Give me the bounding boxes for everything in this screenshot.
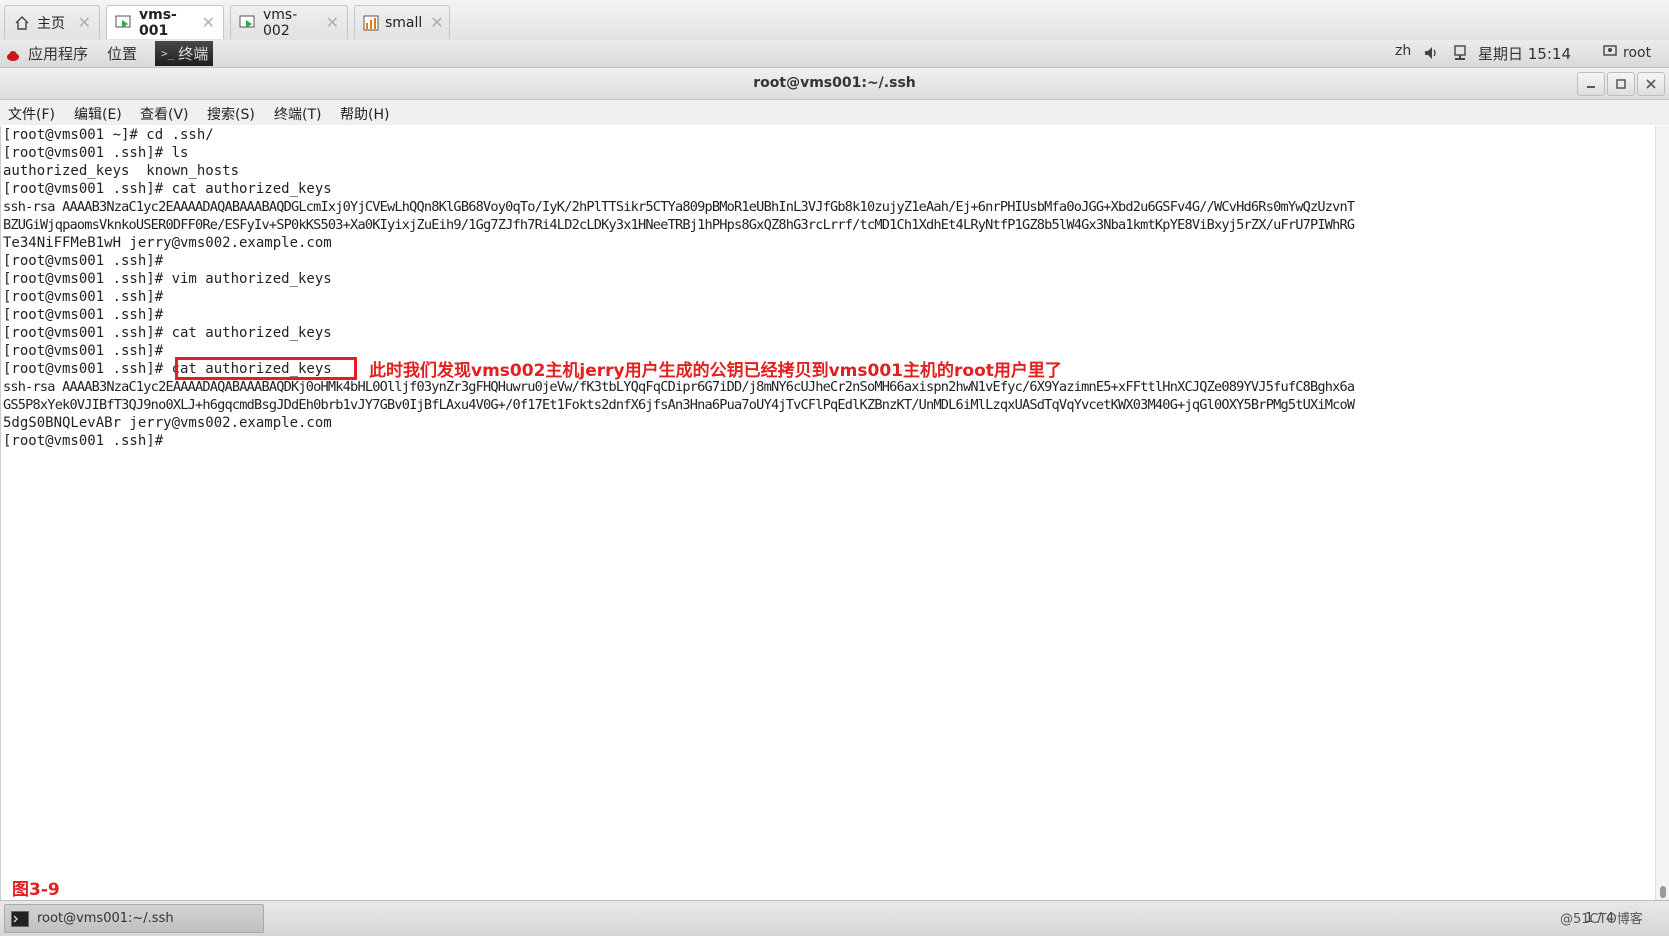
chart-icon	[363, 14, 379, 32]
highlight-box	[175, 357, 357, 380]
terminal-line: authorized_keys known_hosts	[3, 163, 240, 179]
figure-label: 图3-9	[12, 880, 60, 900]
top-panel: 应用程序 位置 >_ 终端 zh 星期日 15:14 root	[0, 40, 1669, 68]
places-menu[interactable]: 位置	[107, 43, 137, 64]
applications-label: 应用程序	[28, 45, 89, 63]
menu-edit[interactable]: 编辑(E)	[74, 104, 122, 124]
minimize-button[interactable]	[1577, 72, 1605, 96]
watermark: @51CTO博客	[1560, 912, 1643, 927]
clock-label: 星期日 15:14	[1478, 45, 1571, 63]
terminal-line: [root@vms001 .ssh]#	[3, 289, 164, 305]
scrollbar-thumb[interactable]	[1660, 886, 1666, 898]
terminal-line: 5dgS0BNQLevABr jerry@vms002.example.com	[3, 415, 332, 431]
terminal-line: [root@vms001 .ssh]#	[3, 433, 164, 449]
menu-view[interactable]: 查看(V)	[140, 104, 189, 124]
home-icon	[13, 14, 31, 32]
terminal-line: [root@vms001 .ssh]# vim authorized_keys	[3, 271, 332, 287]
network-icon[interactable]	[1452, 45, 1468, 61]
terminal-icon: >_	[161, 47, 175, 60]
terminal-line: GS5P8xYek0VJIBfT3QJ9no0XLJ+h6gqcmdBsgJDd…	[3, 397, 1355, 413]
tab-vms-001[interactable]: vms-001 ✕	[106, 5, 224, 39]
user-menu[interactable]: root	[1603, 44, 1651, 62]
terminal-line: [root@vms001 .ssh]# cat authorized_keys	[3, 325, 332, 341]
maximize-icon	[1616, 79, 1626, 89]
vm-icon	[115, 14, 133, 32]
volume-icon[interactable]	[1423, 45, 1439, 61]
close-button[interactable]	[1637, 72, 1665, 96]
annotation-text: 此时我们发现vms002主机jerry用户生成的公钥已经拷贝到vms001主机的…	[369, 361, 1062, 381]
close-icon[interactable]: ✕	[430, 13, 443, 32]
terminal-launcher[interactable]: >_ 终端	[155, 41, 213, 66]
terminal-line: ssh-rsa AAAAB3NzaC1yc2EAAAADAQABAAABAQDG…	[3, 199, 1355, 215]
user-icon	[1603, 44, 1617, 62]
window-controls	[1575, 72, 1665, 96]
terminal-line: Te34NiFFMeB1wH jerry@vms002.example.com	[3, 235, 332, 251]
tab-label: small	[385, 14, 423, 31]
terminal-line: [root@vms001 .ssh]#	[3, 307, 164, 323]
terminal-line: [root@vms001 .ssh]# ls	[3, 145, 189, 161]
tab-small[interactable]: small ✕	[354, 5, 450, 39]
close-icon[interactable]: ✕	[326, 13, 339, 32]
terminal-line: [root@vms001 .ssh]# cat authorized_keys	[3, 181, 332, 197]
scrollbar[interactable]	[1655, 126, 1669, 900]
redhat-icon	[6, 48, 20, 61]
terminal-output[interactable]: [root@vms001 ~]# cd .ssh/ [root@vms001 .…	[0, 126, 1656, 900]
close-icon[interactable]: ✕	[202, 13, 215, 32]
places-label: 位置	[107, 45, 138, 63]
terminal-line: [root@vms001 ~]# cd .ssh/	[3, 127, 214, 143]
close-icon	[1646, 79, 1656, 89]
tab-label: vms-001	[139, 6, 177, 39]
applications-menu[interactable]: 应用程序	[6, 43, 88, 64]
taskbar-item-terminal[interactable]: root@vms001:~/.ssh	[4, 904, 264, 933]
menu-help[interactable]: 帮助(H)	[340, 104, 389, 124]
tab-label: vms-002	[263, 6, 298, 39]
language-label: zh	[1395, 43, 1412, 59]
close-icon[interactable]: ✕	[78, 13, 91, 32]
menu-bar: 文件(F) 编辑(E) 查看(V) 搜索(S) 终端(T) 帮助(H)	[0, 100, 1669, 125]
menu-search[interactable]: 搜索(S)	[207, 104, 255, 124]
menu-file[interactable]: 文件(F)	[8, 104, 55, 124]
maximize-button[interactable]	[1607, 72, 1635, 96]
vm-icon	[239, 14, 257, 32]
terminal-line: [root@vms001 .ssh]#	[3, 253, 164, 269]
clock[interactable]: 星期日 15:14	[1478, 43, 1571, 64]
taskbar: root@vms001:~/.ssh 1 / 4	[0, 900, 1669, 936]
terminal-line: [root@vms001 .ssh]#	[3, 343, 164, 359]
terminal-icon	[11, 910, 29, 927]
taskbar-item-label: root@vms001:~/.ssh	[37, 911, 174, 926]
user-label: root	[1623, 45, 1652, 61]
terminal-line: BZUGiWjqpaomsVknkoUSER0DFF0Re/ESFyIv+SP0…	[3, 217, 1355, 233]
window-title: root@vms001:~/.ssh	[753, 75, 916, 91]
terminal-launcher-label: 终端	[178, 45, 209, 63]
tab-label: 主页	[37, 15, 65, 32]
tab-home[interactable]: 主页 ✕	[4, 5, 100, 39]
tab-strip: 主页 ✕ vms-001 ✕ vms-002 ✕ small ✕	[0, 0, 1669, 41]
minimize-icon	[1587, 86, 1595, 88]
tab-vms-002[interactable]: vms-002 ✕	[230, 5, 348, 39]
window-titlebar[interactable]: root@vms001:~/.ssh	[0, 68, 1669, 100]
input-language[interactable]: zh	[1395, 43, 1411, 59]
menu-terminal[interactable]: 终端(T)	[274, 104, 321, 124]
